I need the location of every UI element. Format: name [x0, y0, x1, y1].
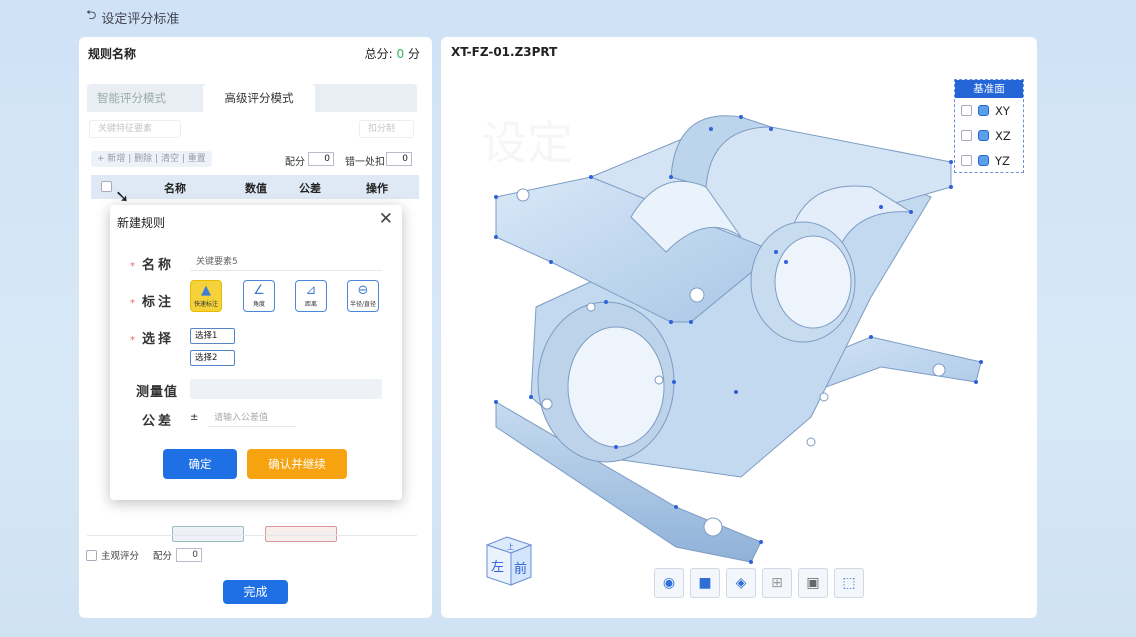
- back-link[interactable]: ⮌ 设定评分标准: [86, 6, 179, 28]
- tolerance-input[interactable]: 请输入公差值: [208, 409, 296, 427]
- undo-arrow-icon: ⮌: [86, 8, 97, 23]
- subjective-row: 主观评分 配分 0: [86, 548, 203, 562]
- rules-table-header: 名称 数值 公差 操作: [91, 175, 419, 199]
- distance-button[interactable]: ⊿ 距离: [295, 280, 327, 312]
- datum-title: 基准面: [955, 80, 1023, 98]
- done-button[interactable]: 完成: [223, 580, 288, 604]
- cube-top-label: 上: [507, 542, 514, 551]
- per-deduct-label: 错一处扣: [345, 157, 385, 168]
- axis-box-icon[interactable]: ⬚: [834, 568, 864, 598]
- reset-button[interactable]: 重置: [188, 154, 206, 164]
- mark-label: * 标注: [130, 295, 175, 310]
- new-button[interactable]: + 新增: [97, 154, 125, 164]
- panel-title: 规则名称: [88, 47, 137, 61]
- per-deduct-input[interactable]: 0: [386, 152, 412, 166]
- view-icon[interactable]: ■: [690, 568, 720, 598]
- tolerance-label: 公差: [142, 414, 175, 429]
- section-icon[interactable]: ◈: [726, 568, 756, 598]
- hidden-button-b: [265, 526, 337, 542]
- xy-checkbox[interactable]: [961, 105, 972, 116]
- mode-tabs: 智能评分模式 高级评分模式: [87, 84, 417, 112]
- option-1[interactable]: 选择1: [190, 328, 235, 344]
- datum-panel: 基准面 XY XZ YZ: [954, 79, 1024, 173]
- col-name: 名称: [164, 182, 186, 195]
- tab-smart[interactable]: 智能评分模式: [87, 84, 176, 112]
- score-value: 0: [396, 47, 405, 61]
- subjective-checkbox[interactable]: [86, 549, 97, 561]
- deduct-select[interactable]: 扣分制: [359, 120, 414, 138]
- points-input[interactable]: 0: [308, 152, 334, 166]
- measure-label: 测量值: [136, 385, 179, 400]
- back-label: 设定评分标准: [101, 11, 180, 27]
- total-score: 总分: 0 分: [364, 47, 420, 61]
- select-label: * 选择: [130, 332, 175, 347]
- col-value: 数值: [245, 182, 267, 195]
- name-label: * 名称: [130, 258, 175, 273]
- add-box-icon[interactable]: ⊞: [762, 568, 792, 598]
- quick-mark-icon: ▲: [201, 283, 211, 298]
- divider: [87, 535, 417, 536]
- name-input[interactable]: 关键要素5: [190, 253, 382, 271]
- view-cube[interactable]: 上 左 前: [481, 533, 537, 589]
- rules-toolbar: + 新增 | 删除 | 清空 | 重置: [91, 151, 212, 167]
- eye-icon[interactable]: ◉: [654, 568, 684, 598]
- points-label: 配分: [285, 157, 305, 168]
- distance-icon: ⊿: [305, 283, 317, 298]
- tab-advanced[interactable]: 高级评分模式: [203, 84, 315, 112]
- xz-checkbox[interactable]: [961, 130, 972, 141]
- cube-left-label: 左: [491, 560, 504, 575]
- measure-input: [190, 379, 382, 399]
- delete-button[interactable]: 删除: [134, 154, 152, 164]
- col-tolerance: 公差: [299, 182, 321, 195]
- 3d-model[interactable]: [441, 37, 1037, 618]
- front-bore: [567, 326, 665, 448]
- subjective-points-label: 配分: [153, 551, 173, 562]
- datum-yz[interactable]: YZ: [955, 148, 1023, 173]
- radius-button[interactable]: ⊖ 半径/直径: [347, 280, 379, 312]
- quick-mark-button[interactable]: ▲ 快速标注: [190, 280, 222, 312]
- subjective-points-input[interactable]: 0: [176, 548, 203, 562]
- subjective-label: 主观评分: [101, 551, 140, 562]
- datum-xz[interactable]: XZ: [955, 123, 1023, 148]
- hidden-button-a: [172, 526, 244, 542]
- confirm-continue-button[interactable]: 确认并继续: [247, 449, 347, 479]
- dialog-title: 新建规则: [117, 216, 166, 230]
- close-icon[interactable]: ✕: [379, 209, 393, 229]
- clear-button[interactable]: 清空: [161, 154, 179, 164]
- cube-front-label: 前: [514, 561, 527, 577]
- yz-checkbox[interactable]: [961, 155, 972, 166]
- plane-icon: [978, 130, 989, 141]
- right-bore: [774, 235, 852, 329]
- col-actions: 操作: [366, 182, 388, 195]
- angle-button[interactable]: ∠ 角度: [243, 280, 275, 312]
- cursor-icon: ➘: [115, 187, 130, 207]
- plane-icon: [978, 155, 989, 166]
- view-toolbar: ◉ ■ ◈ ⊞ ▣ ⬚: [654, 568, 864, 598]
- option-2[interactable]: 选择2: [190, 350, 235, 366]
- datum-xy[interactable]: XY: [955, 98, 1023, 123]
- model-viewer[interactable]: XT-FZ-01.Z3PRT 设定 评分: [441, 37, 1037, 618]
- select-all-checkbox[interactable]: [101, 181, 112, 192]
- confirm-button[interactable]: 确定: [163, 449, 237, 479]
- dark-box-icon[interactable]: ▣: [798, 568, 828, 598]
- plane-icon: [978, 105, 989, 116]
- tolerance-sign: ±: [190, 412, 199, 423]
- radius-icon: ⊖: [357, 283, 369, 298]
- feature-select[interactable]: 关键特征要素: [89, 120, 181, 138]
- angle-icon: ∠: [253, 283, 265, 298]
